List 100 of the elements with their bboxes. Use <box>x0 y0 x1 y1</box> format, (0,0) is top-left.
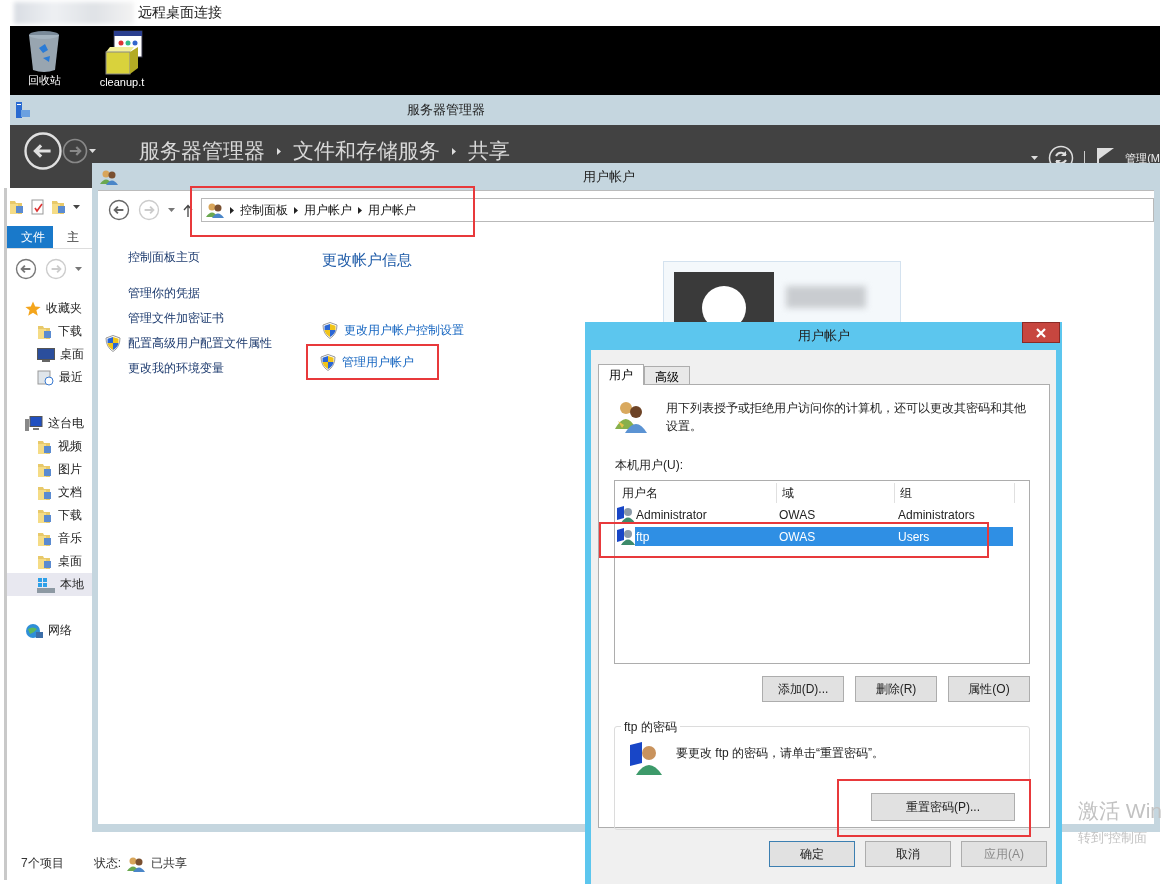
link[interactable]: 配置高级用户配置文件属性 <box>128 335 272 352</box>
recent-icon <box>37 369 54 386</box>
users-icon <box>614 399 648 433</box>
button[interactable]: 添加(D)... <box>762 676 844 702</box>
tree-item[interactable]: 下载 <box>58 507 82 524</box>
table-cell-text: OWAS <box>778 507 817 522</box>
tree-item[interactable]: 网络 <box>48 622 72 639</box>
dialog-title: 用户帐户 <box>797 327 850 345</box>
ribbon-tab[interactable]: 文件 <box>7 226 53 248</box>
folder-icon <box>37 507 53 524</box>
tree-item[interactable]: 图片 <box>58 461 82 478</box>
monitor-icon <box>37 347 55 362</box>
folder-icon <box>37 553 53 570</box>
link[interactable]: 管理用户帐户 <box>342 353 414 371</box>
caret-icon <box>230 206 234 214</box>
description-text: 用下列表授予或拒绝用户访问你的计算机，还可以更改其密码和其他设置。 <box>666 400 1027 435</box>
users-icon <box>206 202 224 218</box>
back-icon[interactable] <box>108 199 130 221</box>
tree-item[interactable]: 桌面 <box>58 553 82 570</box>
breadcrumb-item[interactable]: 文件和存储服务 <box>293 137 440 165</box>
button[interactable]: 取消 <box>865 841 951 867</box>
group-title: ftp 的密码 <box>621 719 680 736</box>
forward-icon <box>62 138 88 164</box>
button[interactable]: 确定 <box>769 841 855 867</box>
caret-icon <box>277 147 281 155</box>
breadcrumb-item[interactable]: 控制面板 <box>240 201 288 219</box>
caret-icon <box>294 206 298 214</box>
tree-item[interactable]: 桌面 <box>60 346 84 363</box>
menu-item[interactable]: 管理(M <box>1125 150 1160 166</box>
link[interactable]: 更改我的环境变量 <box>128 360 224 377</box>
forward-icon <box>138 199 160 221</box>
shield-icon <box>320 353 336 371</box>
status-label: 状态: <box>93 855 122 872</box>
link[interactable]: 管理你的凭据 <box>128 285 200 302</box>
desktop-icon-label[interactable]: 回收站 <box>27 74 61 86</box>
column-header[interactable]: 组 <box>895 483 1015 503</box>
caret-icon <box>1031 156 1039 160</box>
folder-icon <box>37 438 53 455</box>
network-icon <box>25 622 43 639</box>
tree-item-highlight[interactable]: 本地 <box>7 573 92 596</box>
tab[interactable]: 高级 <box>644 366 690 384</box>
tree-item[interactable]: 文档 <box>58 484 82 501</box>
breadcrumb-item[interactable]: 用户帐户 <box>368 201 416 219</box>
folder-icon <box>37 323 53 340</box>
table-cell-text: Administrators <box>897 507 976 522</box>
window-title: 服务器管理器 <box>405 101 486 119</box>
link[interactable]: 更改用户帐户控制设置 <box>344 321 464 339</box>
tree-item[interactable]: 最近 <box>59 369 83 386</box>
table-cell-text: Users <box>897 529 931 544</box>
folder-icon <box>9 199 25 215</box>
close-button[interactable] <box>1022 322 1060 343</box>
item-count: 7个项目 <box>21 855 64 872</box>
shared-users-icon <box>127 855 146 872</box>
document-icon <box>31 199 45 215</box>
section-heading: 更改帐户信息 <box>322 251 413 270</box>
desktop-icon-label[interactable]: cleanup.t <box>99 76 145 88</box>
star-icon <box>25 300 41 317</box>
recycle-bin-icon <box>27 30 61 74</box>
folder-icon <box>37 484 53 501</box>
tree-item[interactable]: 本地 <box>60 576 84 593</box>
table-cell-text: OWAS <box>778 529 817 544</box>
tree-item[interactable]: 下载 <box>58 323 82 340</box>
tab[interactable]: 用户 <box>598 364 644 385</box>
server-manager-icon <box>15 101 31 119</box>
table-cell-text: ftp <box>635 529 651 544</box>
window-title: 用户帐户 <box>582 167 636 186</box>
drive-icon <box>37 576 55 593</box>
breadcrumb-item[interactable]: 共享 <box>468 137 510 165</box>
column-header[interactable]: 用户名 <box>617 483 777 503</box>
button[interactable]: 属性(O) <box>948 676 1030 702</box>
shield-icon <box>322 321 338 339</box>
user-icon <box>617 506 635 523</box>
column-header[interactable]: 域 <box>777 483 895 503</box>
tree-item[interactable]: 音乐 <box>58 530 82 547</box>
close-icon <box>1036 327 1046 338</box>
tree-item[interactable]: 视频 <box>58 438 82 455</box>
reset-password-button[interactable]: 重置密码(P)... <box>871 793 1015 821</box>
caret-icon <box>168 208 175 212</box>
user-icon <box>617 528 635 545</box>
activation-notice: 激活 Win <box>1078 798 1162 824</box>
caret-icon <box>73 205 80 209</box>
folder-icon <box>37 530 53 547</box>
back-icon <box>15 258 37 280</box>
caret-icon <box>358 206 362 214</box>
breadcrumb-item[interactable]: 服务器管理器 <box>139 137 265 165</box>
field-label: 本机用户(U): <box>615 457 684 474</box>
link[interactable]: 控制面板主页 <box>128 249 200 266</box>
computer-icon <box>25 415 43 432</box>
button[interactable]: 删除(R) <box>855 676 937 702</box>
address-bar[interactable]: 控制面板 用户帐户 用户帐户 <box>201 198 1154 222</box>
caret-icon <box>88 149 97 153</box>
tree-item[interactable]: 这台电 <box>48 415 84 432</box>
up-arrow-icon <box>183 203 193 217</box>
list-row[interactable]: Administrator OWAS Administrators <box>635 505 1013 524</box>
table-cell-text: Administrator <box>635 507 708 522</box>
ribbon-tab[interactable]: 主 <box>53 226 87 248</box>
breadcrumb-item[interactable]: 用户帐户 <box>304 201 352 219</box>
tree-item[interactable]: 收藏夹 <box>46 300 82 317</box>
window-title: 远程桌面连接 <box>138 4 222 22</box>
link[interactable]: 管理文件加密证书 <box>128 310 224 327</box>
